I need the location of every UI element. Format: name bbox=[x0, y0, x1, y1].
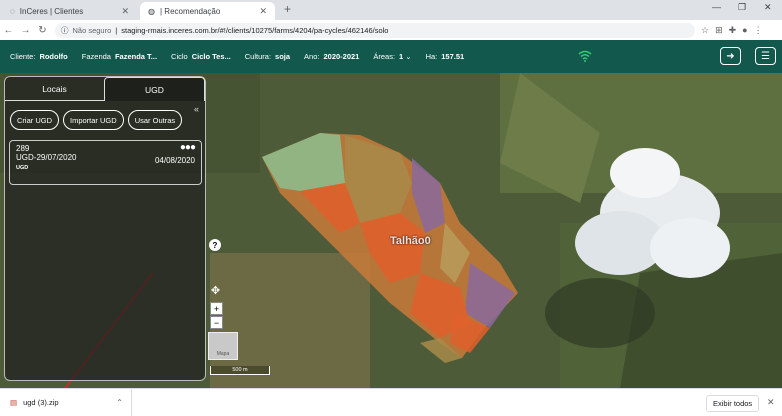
arrow-left-icon: ➜ bbox=[726, 50, 735, 62]
ano-label: Ano: bbox=[304, 52, 320, 61]
ugd-date: 04/08/2020 bbox=[154, 156, 195, 165]
close-icon[interactable]: ✕ bbox=[259, 6, 267, 17]
more-options-icon[interactable]: ●●● bbox=[180, 142, 196, 153]
extensions-icon[interactable]: ✚ bbox=[729, 25, 737, 36]
tab-title: | Recomendação bbox=[159, 6, 221, 16]
ugd-tag: UGD bbox=[16, 165, 29, 171]
panel-tabs: Locais UGD bbox=[5, 77, 205, 101]
ugd-id: 289 bbox=[16, 144, 30, 153]
usar-outras-button[interactable]: Usar Outras bbox=[127, 110, 183, 130]
chevron-down-icon: ⌄ bbox=[403, 52, 412, 61]
help-icon[interactable]: ? bbox=[209, 239, 221, 251]
app-header: Cliente: Rodolfo Fazenda Fazenda T... Cicl… bbox=[0, 40, 782, 73]
address-bar-row: ← → ↻ ⓘ Não seguro | staging-rmais.incer… bbox=[0, 20, 782, 40]
info-icon: ⓘ bbox=[61, 25, 69, 35]
ano-info: Ano: 2020-2021 bbox=[304, 52, 359, 61]
cliente-value: Rodolfo bbox=[39, 52, 68, 61]
translate-icon[interactable]: ⊞ bbox=[715, 25, 723, 36]
wifi-icon bbox=[578, 50, 592, 62]
url-text: staging-rmais.inceres.com.br/#!/clients/… bbox=[121, 25, 389, 35]
browser-tab-clientes[interactable]: ◌ InCeres | Clientes ✕ bbox=[2, 2, 137, 20]
star-icon[interactable]: ☆ bbox=[701, 25, 709, 36]
panel-actions: Criar UGD Importar UGD Usar Outras bbox=[5, 101, 205, 130]
browser-tab-strip: ◌ InCeres | Clientes ✕ ◍ | Recomendação … bbox=[0, 0, 782, 20]
zip-file-icon: ▤ bbox=[10, 398, 18, 407]
areas-label: Áreas: bbox=[373, 52, 396, 61]
ha-label: Ha: bbox=[425, 52, 438, 61]
fazenda-label: Fazenda bbox=[81, 52, 111, 61]
url-field[interactable]: ⓘ Não seguro | staging-rmais.inceres.com… bbox=[55, 22, 695, 38]
new-tab-button[interactable]: + bbox=[284, 2, 291, 16]
criar-ugd-button[interactable]: Criar UGD bbox=[10, 110, 59, 130]
collapse-panel-icon[interactable]: « bbox=[194, 104, 199, 114]
security-label: Não seguro bbox=[72, 25, 112, 35]
tab-locais[interactable]: Locais bbox=[5, 77, 104, 101]
fazenda-value: Fazenda T... bbox=[114, 52, 158, 61]
maximize-icon[interactable]: ❐ bbox=[738, 2, 746, 13]
tab-ugd[interactable]: UGD bbox=[104, 77, 205, 101]
ha-info: Ha: 157.51 bbox=[426, 52, 465, 61]
scale-bar: 500 m bbox=[210, 366, 270, 375]
menu-button[interactable]: ☰ bbox=[755, 47, 776, 65]
hamburger-icon: ☰ bbox=[761, 50, 770, 62]
areas-dropdown[interactable]: Áreas: 1 ⌄ bbox=[373, 52, 411, 61]
ano-value: 2020-2021 bbox=[323, 52, 360, 61]
reload-icon[interactable]: ↻ bbox=[34, 25, 51, 36]
cliente-label: Cliente: bbox=[10, 52, 36, 61]
loading-icon: ◌ bbox=[10, 6, 15, 16]
menu-icon[interactable]: ⋮ bbox=[754, 25, 763, 36]
forward-arrow-icon[interactable]: → bbox=[17, 25, 34, 36]
browser-tab-recomendacao[interactable]: ◍ | Recomendação ✕ bbox=[140, 2, 275, 20]
basemap-thumbnail[interactable]: Mapa bbox=[208, 332, 238, 360]
close-icon[interactable]: ✕ bbox=[121, 6, 129, 17]
ugd-card[interactable]: 289 ●●● UGD-29/07/2020 04/08/2020 UGD bbox=[9, 140, 202, 185]
chevron-up-icon[interactable]: ⌃ bbox=[116, 398, 123, 407]
tab-title: InCeres | Clientes bbox=[19, 6, 84, 16]
zoom-in-button[interactable]: + bbox=[210, 302, 223, 315]
separator: | bbox=[115, 25, 118, 35]
field-label[interactable]: Talhão0 bbox=[390, 235, 431, 247]
ciclo-value: Ciclo Tes... bbox=[191, 52, 231, 61]
move-icon[interactable]: ✥ bbox=[209, 284, 222, 297]
window-close-icon[interactable]: ✕ bbox=[764, 2, 772, 13]
avatar[interactable]: ● bbox=[742, 25, 747, 35]
minimize-icon[interactable]: — bbox=[712, 2, 721, 12]
ugd-panel: Locais UGD Criar UGD Importar UGD Usar O… bbox=[4, 76, 206, 381]
download-bar: ▤ ugd (3).zip ⌃ Exibir todos ✕ bbox=[0, 388, 782, 416]
ha-value: 157.51 bbox=[441, 52, 465, 61]
download-file-name: ugd (3).zip bbox=[23, 398, 59, 407]
show-all-button[interactable]: Exibir todos bbox=[706, 395, 760, 412]
cultura-label: Cultura: bbox=[244, 52, 272, 61]
cliente-info: Cliente: Rodolfo bbox=[10, 52, 68, 61]
cultura-info: Cultura: soja bbox=[245, 52, 290, 61]
download-item[interactable]: ▤ ugd (3).zip ⌃ bbox=[0, 389, 132, 416]
back-button[interactable]: ➜ bbox=[720, 47, 741, 65]
back-arrow-icon[interactable]: ← bbox=[0, 25, 17, 36]
zoom-out-button[interactable]: − bbox=[210, 316, 223, 329]
fazenda-info[interactable]: Fazenda Fazenda T... bbox=[82, 52, 157, 61]
ciclo-info[interactable]: Ciclo Ciclo Tes... bbox=[171, 52, 231, 61]
basemap-label: Mapa bbox=[216, 351, 230, 357]
globe-icon: ◍ bbox=[148, 6, 155, 16]
cultura-value: soja bbox=[275, 52, 291, 61]
importar-ugd-button[interactable]: Importar UGD bbox=[63, 110, 124, 130]
close-icon[interactable]: ✕ bbox=[767, 397, 775, 408]
ciclo-label: Ciclo bbox=[171, 52, 188, 61]
